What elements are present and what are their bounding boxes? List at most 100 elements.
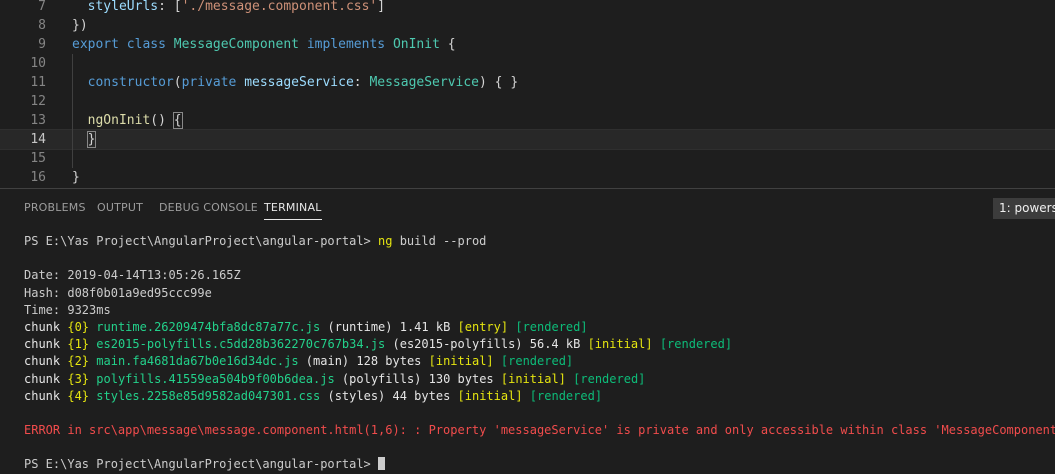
line-number: 8 — [38, 18, 46, 33]
terminal-text: {2} — [67, 354, 90, 369]
terminal-output[interactable]: PS E:\Yas Project\AngularProject\angular… — [24, 233, 1055, 474]
line-number: 10 — [30, 56, 46, 71]
terminal-text: Hash: d08f0b01a9ed95ccc99e — [24, 285, 212, 300]
terminal-text: Date: 2019-04-14T13:05:26.165Z — [24, 268, 241, 283]
code-token: ) { } — [479, 75, 519, 90]
code-text: styleUrls: ['./message.component.css'] — [72, 0, 385, 16]
terminal-line: Hash: d08f0b01a9ed95ccc99e — [24, 285, 1055, 302]
tab-terminal[interactable]: TERMINAL — [264, 201, 322, 220]
terminal-text: {1} — [67, 337, 90, 352]
terminal-text: [initial] — [457, 388, 523, 403]
code-token: constructor — [87, 75, 174, 90]
terminal-text: polyfills.41559ea504b9f00b6dea.js — [96, 371, 335, 386]
code-line[interactable]: 9 export class MessageComponent implement… — [0, 35, 1055, 54]
terminal-text: (main) 128 bytes — [298, 354, 429, 369]
terminal-selector[interactable]: 1: powershell — [993, 198, 1055, 219]
code-token: MessageComponent — [173, 37, 299, 52]
code-text: constructor(private messageService: Mess… — [72, 73, 519, 92]
code-token: : [ — [158, 0, 182, 14]
line-number: 13 — [30, 113, 46, 128]
tab-debug-console[interactable]: DEBUG CONSOLE — [159, 201, 258, 214]
code-token: class — [126, 37, 166, 52]
code-line[interactable]: 7 styleUrls: ['./message.component.css'] — [0, 0, 1055, 16]
terminal-text: PS E:\Yas Project\AngularProject\angular… — [24, 457, 379, 472]
terminal-text: chunk — [24, 319, 68, 334]
terminal-text: ERROR in src\app\message\message.compone… — [24, 423, 1055, 438]
terminal-cursor — [378, 457, 386, 471]
code-line[interactable]: 14 } — [0, 129, 1055, 150]
code-token: styleUrls — [87, 0, 159, 14]
code-token: }) — [72, 18, 88, 33]
terminal-line: Time: 9323ms — [24, 302, 1055, 319]
terminal-text: [initial] — [428, 354, 494, 369]
terminal-text: {3} — [67, 371, 90, 386]
bottom-panel: PROBLEMS OUTPUT DEBUG CONSOLE TERMINAL 1… — [0, 188, 1055, 471]
code-editor[interactable]: 7 styleUrls: ['./message.component.css']… — [0, 0, 1055, 188]
code-token: export — [72, 37, 119, 52]
terminal-text: build --prod — [392, 234, 487, 248]
line-number: 7 — [38, 0, 46, 14]
code-line[interactable]: 13 ngOnInit() { — [0, 111, 1055, 130]
terminal-text: chunk — [24, 371, 68, 386]
code-text: ngOnInit() { — [72, 111, 183, 130]
terminal-line: PS E:\Yas Project\AngularProject\angular… — [24, 456, 1055, 473]
code-line[interactable]: 11 constructor(private messageService: M… — [0, 73, 1055, 92]
tab-problems[interactable]: PROBLEMS — [24, 201, 86, 214]
terminal-text: [initial] — [500, 371, 566, 386]
code-token: ] — [377, 0, 386, 14]
code-line[interactable]: 12 — [0, 92, 1055, 111]
code-token: private — [181, 75, 237, 90]
terminal-text: chunk — [24, 337, 68, 352]
line-number: 16 — [30, 170, 46, 185]
terminal-line: chunk {3} polyfills.41559ea504b9f00b6dea… — [24, 371, 1055, 388]
terminal-line: ERROR in src\app\message\message.compone… — [24, 422, 1055, 439]
code-token: MessageService — [369, 75, 480, 90]
line-number: 9 — [38, 37, 46, 52]
terminal-line: chunk {4} styles.2258e85d9582ad047301.cs… — [24, 388, 1055, 405]
code-text: } — [72, 130, 97, 149]
line-number: 15 — [30, 151, 46, 166]
terminal-text: chunk — [24, 354, 68, 369]
terminal-text: {4} — [67, 388, 90, 403]
terminal-text: ng — [378, 234, 393, 248]
code-line[interactable]: 8}) — [0, 16, 1055, 35]
terminal-text: {0} — [67, 319, 90, 334]
terminal-text: [rendered] — [515, 319, 588, 334]
code-token: { — [172, 112, 183, 129]
panel-tabs: PROBLEMS OUTPUT DEBUG CONSOLE TERMINAL 1… — [0, 189, 1055, 227]
code-line[interactable]: 10 — [0, 54, 1055, 73]
terminal-text: runtime.26209474bfa8dc87a77c.js — [96, 319, 321, 334]
terminal-line: chunk {0} runtime.26209474bfa8dc87a77c.j… — [24, 319, 1055, 336]
terminal-line: Date: 2019-04-14T13:05:26.165Z — [24, 267, 1055, 284]
terminal-text: es2015-polyfills.c5dd28b362270c767b34.js — [96, 337, 386, 352]
code-token: './message.component.css' — [181, 0, 378, 14]
terminal-text: styles.2258e85d9582ad047301.css — [96, 388, 321, 403]
terminal-text: [rendered] — [500, 354, 574, 369]
terminal-text: [entry] — [457, 319, 509, 334]
line-number: 12 — [30, 94, 46, 109]
code-token: OnInit — [392, 37, 440, 52]
tab-output[interactable]: OUTPUT — [97, 201, 143, 214]
code-line[interactable]: 16} — [0, 168, 1055, 187]
terminal-text: [rendered] — [659, 337, 733, 352]
code-line[interactable]: 15 — [0, 149, 1055, 168]
code-text: }) — [72, 16, 88, 35]
code-token: { — [439, 37, 456, 52]
code-text: export class MessageComponent implements… — [72, 35, 456, 54]
terminal-text: [rendered] — [573, 371, 646, 386]
terminal-text: main.fa4681da67b0e16d34dc.js — [96, 354, 299, 369]
code-token: ( — [173, 75, 182, 90]
terminal-text: (polyfills) 130 bytes — [334, 371, 501, 386]
terminal-line: PS E:\Yas Project\AngularProject\angular… — [24, 233, 1055, 250]
